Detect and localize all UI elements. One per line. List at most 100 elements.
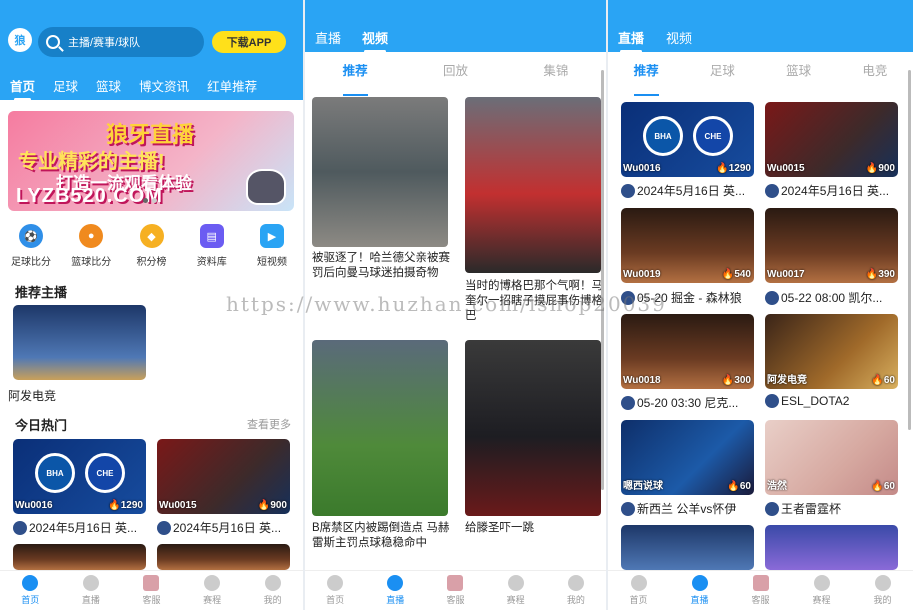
live-card[interactable]: Wu0017 🔥390 bbox=[765, 208, 898, 283]
nav-schedule[interactable]: 赛程 bbox=[802, 575, 842, 606]
live-subtabs: 推荐 足球 篮球 电竞 bbox=[608, 60, 913, 96]
live-card[interactable]: Wu0018 🔥300 bbox=[621, 314, 754, 389]
carousel-dots[interactable] bbox=[143, 198, 157, 203]
quick-basketball-score[interactable]: ● 篮球比分 bbox=[68, 224, 114, 268]
room-id: 阿发电竞 bbox=[767, 375, 807, 386]
search-input[interactable]: 主播/赛事/球队 bbox=[38, 27, 204, 57]
nav-live[interactable]: 直播 bbox=[680, 575, 720, 606]
nav-mine[interactable]: 我的 bbox=[556, 575, 596, 606]
tab-video[interactable]: 视频 bbox=[666, 28, 692, 47]
schedule-icon bbox=[813, 575, 830, 591]
quick-football-score[interactable]: ⚽ 足球比分 bbox=[8, 224, 54, 268]
room-id: Wu0017 bbox=[767, 269, 805, 280]
live-card[interactable] bbox=[621, 525, 754, 570]
room-id: 浩然 bbox=[767, 481, 787, 492]
avatar bbox=[765, 183, 779, 198]
bottom-nav: 首页 直播 客服 赛程 我的 bbox=[0, 570, 303, 610]
tab-home[interactable]: 首页 bbox=[10, 76, 35, 101]
nav-mine[interactable]: 我的 bbox=[863, 575, 903, 606]
quick-standings[interactable]: ◆ 积分榜 bbox=[129, 224, 175, 268]
video-title[interactable]: 当时的博格巴那个气啊！马奎尔一招瞎子摸屁事伤博格巴 bbox=[465, 279, 603, 324]
see-more-link[interactable]: 查看更多 bbox=[247, 416, 291, 432]
subtab-basketball[interactable]: 篮球 bbox=[786, 60, 811, 88]
tab-live[interactable]: 直播 bbox=[618, 28, 644, 53]
subtab-replay[interactable]: 回放 bbox=[443, 60, 468, 88]
subtab-football[interactable]: 足球 bbox=[710, 60, 735, 88]
video-thumbnail[interactable] bbox=[465, 340, 601, 516]
nav-schedule[interactable]: 赛程 bbox=[496, 575, 536, 606]
service-avatar-icon bbox=[143, 575, 160, 591]
live-card[interactable]: Wu0019 🔥540 bbox=[621, 208, 754, 283]
database-icon: ▤ bbox=[199, 224, 224, 248]
anchor-card[interactable] bbox=[13, 305, 146, 380]
nav-service[interactable]: 客服 bbox=[131, 575, 171, 606]
banner-line-4: LYZB520.COM bbox=[16, 185, 163, 207]
nav-service[interactable]: 客服 bbox=[435, 575, 475, 606]
avatar bbox=[621, 290, 635, 305]
live-card[interactable]: 嗯西说球 🔥60 bbox=[621, 420, 754, 495]
video-title[interactable]: 被驱逐了！哈兰德父亲被赛罚后向曼马球迷拍摄奇物 bbox=[312, 251, 450, 281]
download-app-button[interactable]: 下载APP bbox=[212, 31, 286, 53]
hot-card[interactable]: Wu0015 🔥900 bbox=[157, 439, 290, 514]
video-thumbnail[interactable] bbox=[312, 340, 448, 516]
quick-database[interactable]: ▤ 资料库 bbox=[189, 224, 235, 268]
search-placeholder: 主播/赛事/球队 bbox=[68, 37, 141, 49]
hot-card[interactable] bbox=[13, 544, 146, 570]
tab-video[interactable]: 视频 bbox=[362, 28, 388, 53]
live-card[interactable]: Wu0015 🔥900 bbox=[765, 102, 898, 177]
tab-football[interactable]: 足球 bbox=[53, 76, 78, 99]
subtab-recommend[interactable]: 推荐 bbox=[342, 60, 368, 96]
nav-live[interactable]: 直播 bbox=[71, 575, 111, 606]
bottom-nav: 首页 直播 客服 赛程 我的 bbox=[608, 570, 913, 610]
live-card-caption: 05-20 03:30 尼克... bbox=[621, 394, 754, 411]
nav-home[interactable]: 首页 bbox=[10, 575, 50, 606]
room-id: Wu0019 bbox=[623, 269, 661, 280]
video-thumbnail[interactable] bbox=[312, 97, 448, 247]
room-id: Wu0018 bbox=[623, 375, 661, 386]
nav-home[interactable]: 首页 bbox=[315, 575, 355, 606]
scrollbar[interactable] bbox=[908, 70, 911, 430]
tab-news[interactable]: 博文资讯 bbox=[139, 76, 189, 99]
heat-count: 🔥1290 bbox=[716, 163, 751, 174]
schedule-icon bbox=[507, 575, 524, 591]
tab-live[interactable]: 直播 bbox=[315, 28, 341, 47]
live-card[interactable] bbox=[765, 525, 898, 570]
hot-card-caption: 2024年5月16日 英... bbox=[157, 519, 290, 536]
avatar bbox=[157, 520, 171, 535]
heat-count: 🔥390 bbox=[865, 269, 895, 280]
scrollbar[interactable] bbox=[601, 70, 604, 490]
heat-count: 🔥60 bbox=[871, 375, 895, 386]
tab-basketball[interactable]: 篮球 bbox=[96, 76, 121, 99]
live-card-caption: 王者雷霆杯 bbox=[765, 500, 898, 517]
live-card[interactable]: 阿发电竞 🔥60 bbox=[765, 314, 898, 389]
subtab-esports[interactable]: 电竞 bbox=[862, 60, 887, 88]
play-icon bbox=[387, 575, 404, 591]
home-header: 狼 主播/赛事/球队 下载APP 首页 足球 篮球 博文资讯 红单推荐 bbox=[0, 0, 303, 101]
hot-card[interactable]: BHA CHE Wu0016 🔥1290 bbox=[13, 439, 146, 514]
hot-card[interactable] bbox=[157, 544, 290, 570]
live-card[interactable]: BHA CHE Wu0016 🔥1290 bbox=[621, 102, 754, 177]
hot-card-caption: 2024年5月16日 英... bbox=[13, 519, 146, 536]
promo-banner[interactable]: 狼牙直播 专业精彩的主播! 打造一流观看体验 LYZB520.COM bbox=[8, 111, 294, 211]
video-title[interactable]: 给滕圣吓一跳 bbox=[465, 521, 603, 536]
room-id: Wu0016 bbox=[623, 163, 661, 174]
team-badge-icon: BHA bbox=[643, 116, 683, 156]
video-title[interactable]: B席禁区内被踢倒造点 马赫雷斯主罚点球稳稳命中 bbox=[312, 521, 450, 551]
avatar bbox=[621, 395, 635, 410]
tab-picks[interactable]: 红单推荐 bbox=[207, 76, 257, 99]
quick-short-video[interactable]: ▶ 短视频 bbox=[249, 224, 295, 268]
live-card[interactable]: 浩然 🔥60 bbox=[765, 420, 898, 495]
video-thumbnail[interactable] bbox=[465, 97, 601, 273]
nav-schedule[interactable]: 赛程 bbox=[192, 575, 232, 606]
subtab-highlights[interactable]: 集锦 bbox=[543, 60, 568, 88]
subtab-recommend[interactable]: 推荐 bbox=[633, 60, 659, 96]
nav-live[interactable]: 直播 bbox=[375, 575, 415, 606]
team-badge-icon: CHE bbox=[693, 116, 733, 156]
nav-mine[interactable]: 我的 bbox=[253, 575, 293, 606]
nav-home[interactable]: 首页 bbox=[619, 575, 659, 606]
heat-count: 🔥1290 bbox=[108, 500, 143, 511]
nav-service[interactable]: 客服 bbox=[741, 575, 781, 606]
live-screen: 直播 视频 推荐 足球 篮球 电竞 BHA CHE Wu0016 🔥1290 2… bbox=[608, 0, 913, 610]
home-icon bbox=[630, 575, 647, 591]
heat-count: 🔥540 bbox=[721, 269, 751, 280]
